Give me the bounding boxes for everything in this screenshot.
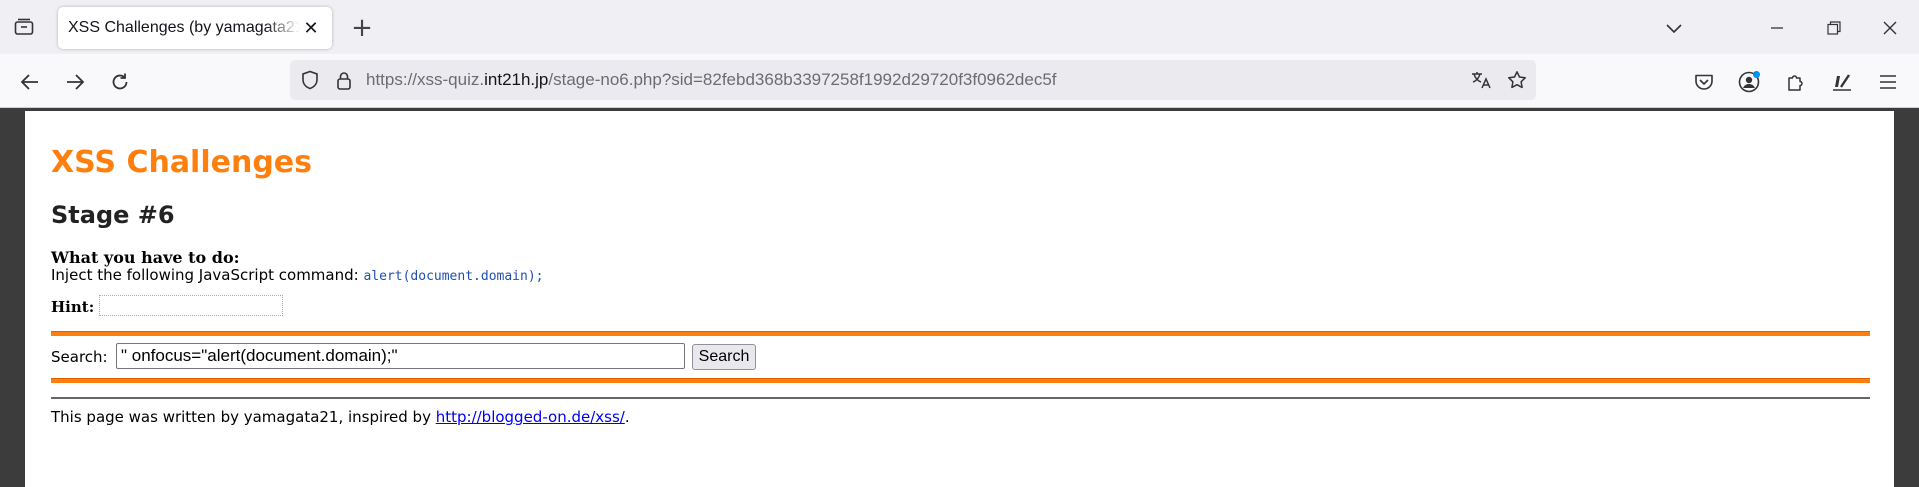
restore-icon[interactable]	[1819, 13, 1849, 43]
reload-icon[interactable]	[104, 66, 136, 98]
search-input[interactable]: " onfocus="alert(document.domain);"	[116, 343, 685, 369]
todo-code: alert(document.domain);	[363, 269, 544, 284]
footer-divider	[51, 397, 1870, 399]
search-button[interactable]: Search	[692, 344, 756, 370]
back-arrow-icon[interactable]	[14, 66, 46, 98]
forward-arrow-icon[interactable]	[59, 66, 91, 98]
minimize-icon[interactable]	[1762, 13, 1792, 43]
url-domain: int21h.jp	[484, 70, 549, 89]
orange-divider-bottom	[51, 378, 1870, 383]
lock-icon[interactable]	[333, 69, 355, 91]
close-icon[interactable]: ✕	[300, 17, 322, 39]
tab-list-icon[interactable]	[12, 16, 36, 38]
tab-strip: XSS Challenges (by yamagata21) - Stage #…	[0, 0, 1919, 54]
shield-icon[interactable]	[299, 69, 321, 91]
footer-end: .	[624, 408, 630, 426]
active-tab[interactable]: XSS Challenges (by yamagata21) - Stage #…	[58, 7, 332, 49]
address-bar[interactable]: https://xss-quiz.int21h.jp/stage-no6.php…	[290, 60, 1536, 100]
hamburger-menu-icon[interactable]	[1872, 66, 1904, 98]
extensions-icon[interactable]	[1779, 66, 1811, 98]
hint-label: Hint:	[51, 298, 95, 316]
search-label: Search:	[51, 348, 108, 366]
chevron-down-icon[interactable]	[1659, 13, 1689, 43]
star-icon[interactable]	[1506, 69, 1528, 91]
close-window-icon[interactable]	[1875, 13, 1905, 43]
todo-label: What you have to do:	[51, 248, 240, 267]
hint-box[interactable]	[99, 295, 283, 316]
footer-text: This page was written by yamagata21, ins…	[51, 408, 436, 426]
todo-instruction: Inject the following JavaScript command:…	[51, 266, 543, 284]
plus-icon[interactable]: +	[348, 13, 376, 43]
account-icon[interactable]	[1733, 66, 1765, 98]
footer-link[interactable]: http://blogged-on.de/xss/	[436, 408, 625, 426]
page-title: XSS Challenges	[51, 145, 313, 180]
orange-divider-top	[51, 331, 1870, 336]
pocket-icon[interactable]	[1688, 66, 1720, 98]
url-text[interactable]: https://xss-quiz.int21h.jp/stage-no6.php…	[366, 70, 1057, 90]
sidebar-icon[interactable]	[1826, 66, 1858, 98]
web-page: XSS Challenges Stage #6 What you have to…	[25, 111, 1894, 487]
content-viewport: XSS Challenges Stage #6 What you have to…	[0, 108, 1919, 487]
todo-text: Inject the following JavaScript command:	[51, 266, 364, 284]
url-prefix: https://xss-quiz.	[366, 70, 485, 89]
navigation-toolbar: https://xss-quiz.int21h.jp/stage-no6.php…	[0, 54, 1919, 108]
footer: This page was written by yamagata21, ins…	[51, 408, 630, 426]
stage-heading: Stage #6	[51, 201, 175, 229]
tab-title: XSS Challenges (by yamagata21) - Stage #…	[68, 19, 300, 36]
url-path: /stage-no6.php?sid=82febd368b3397258f199…	[548, 70, 1057, 89]
translate-icon[interactable]	[1470, 69, 1492, 91]
